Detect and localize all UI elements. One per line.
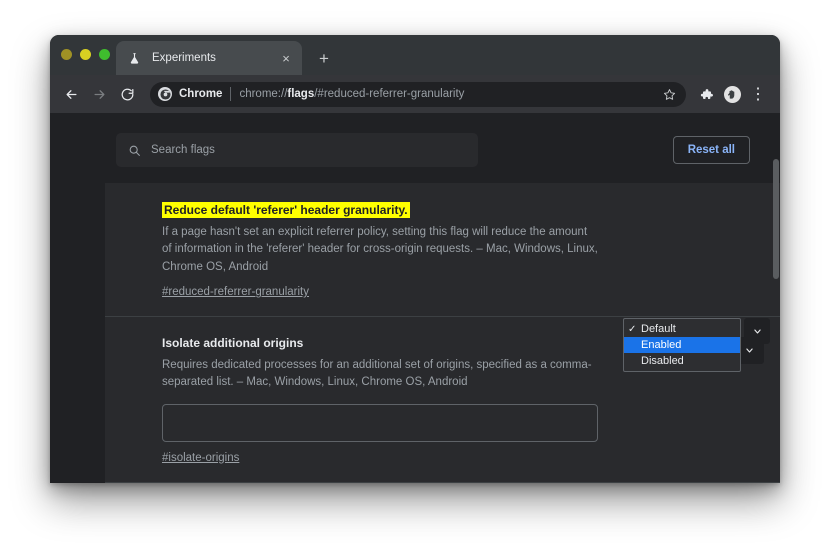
url-suffix: /#reduced-referrer-granularity [314, 88, 465, 100]
dropdown-option-label: Disabled [641, 355, 684, 367]
flags-page: Reset all Reduce default 'referer' heade… [50, 113, 780, 483]
flask-icon [127, 51, 142, 66]
window-maximize-button[interactable] [99, 49, 110, 60]
flag-control [614, 201, 764, 300]
chevron-down-icon [745, 346, 754, 355]
url-text: chrome://flags/#reduced-referrer-granula… [239, 88, 655, 100]
extensions-puzzle-icon[interactable] [694, 82, 718, 106]
window-minimize-button[interactable] [80, 49, 91, 60]
scrollbar-thumb[interactable] [773, 159, 779, 279]
reset-all-button[interactable]: Reset all [672, 136, 750, 164]
profile-avatar-glyph [723, 85, 741, 103]
checkmark-icon: ✓ [628, 323, 637, 335]
bookmark-star-icon[interactable] [663, 88, 676, 101]
address-bar[interactable]: Chrome chrome://flags/#reduced-referrer-… [150, 81, 686, 107]
browser-window: Experiments × + Chrome chrome://flags/#r… [50, 35, 780, 483]
tab-strip: Experiments × + [50, 35, 780, 75]
dropdown-option-label: Default [641, 323, 676, 335]
reduced-referrer-dropdown-open[interactable]: ✓ Default Enabled Disabled [623, 318, 741, 372]
flag-anchor-link[interactable]: #reduced-referrer-granularity [162, 286, 309, 298]
close-icon[interactable]: × [278, 50, 294, 66]
reduced-referrer-select-caret[interactable] [744, 318, 770, 344]
flag-description: If a page hasn't set an explicit referre… [162, 226, 598, 273]
dropdown-option-label: Enabled [641, 339, 682, 351]
page-scrollbar[interactable] [773, 113, 779, 483]
flag-anchor-link[interactable]: #isolate-origins [162, 452, 239, 464]
traffic-lights [61, 49, 110, 60]
url-bold-segment: flags [287, 88, 315, 100]
forward-arrow-icon [86, 81, 112, 107]
flag-title: Reduce default 'referer' header granular… [162, 202, 410, 218]
dropdown-option-disabled[interactable]: Disabled [624, 353, 740, 369]
tab-experiments[interactable]: Experiments × [116, 41, 302, 75]
back-arrow-icon[interactable] [58, 81, 84, 107]
new-tab-button[interactable]: + [312, 46, 336, 70]
security-chip-label: Chrome [179, 88, 223, 100]
dropdown-option-default[interactable]: ✓ Default [624, 321, 740, 337]
flag-title-wrap: Reduce default 'referer' header granular… [162, 201, 598, 219]
window-close-button[interactable] [61, 49, 72, 60]
search-flags-box[interactable] [116, 133, 478, 167]
search-row: Reset all [50, 127, 780, 173]
url-prefix: chrome:// [239, 88, 288, 100]
reload-icon[interactable] [114, 81, 140, 107]
flag-title: Isolate additional origins [162, 336, 304, 351]
browser-toolbar: Chrome chrome://flags/#reduced-referrer-… [50, 75, 780, 113]
chip-separator [230, 87, 232, 101]
avatar[interactable] [720, 82, 744, 106]
flag-main: Isolate additional origins Requires dedi… [162, 335, 598, 465]
flag-description: Requires dedicated processes for an addi… [162, 358, 592, 389]
flag-main: Reduce default 'referer' header granular… [162, 201, 598, 300]
dropdown-option-enabled[interactable]: Enabled [624, 337, 740, 353]
search-input[interactable] [151, 144, 466, 156]
chrome-logo-icon [158, 87, 172, 101]
isolate-origins-input[interactable] [162, 403, 598, 442]
tab-title: Experiments [152, 52, 216, 64]
flag-row-reduced-referrer-granularity: Reduce default 'referer' header granular… [105, 183, 780, 318]
search-icon [128, 144, 141, 157]
browser-menu-icon[interactable]: ⋮ [746, 82, 770, 106]
